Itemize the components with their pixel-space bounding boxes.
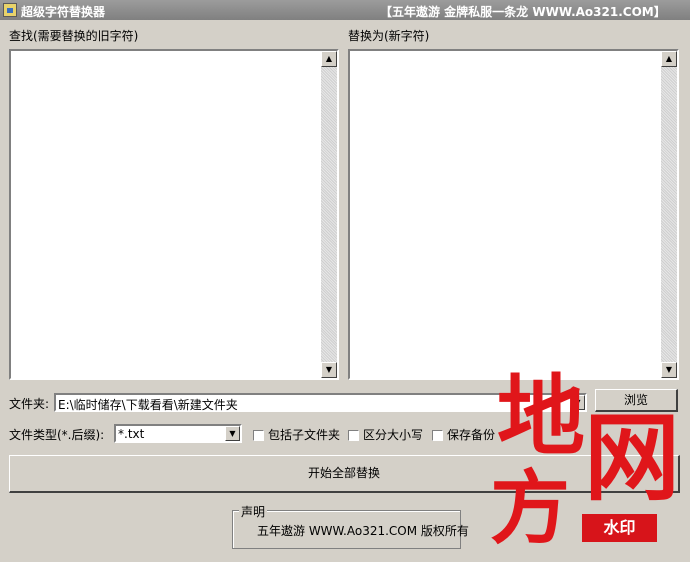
find-scrollbar[interactable]: ▲ ▼ [321,51,337,378]
title-bar[interactable]: 超级字符替换器 【五年遨游 金牌私服一条龙 WWW.Ao321.COM】 [0,0,690,20]
replace-scrollbar[interactable]: ▲ ▼ [661,51,677,378]
watermark-char: 地 [497,364,586,468]
checkbox-box[interactable] [432,430,443,441]
scroll-up-icon[interactable]: ▲ [661,51,677,67]
window-banner: 【五年遨游 金牌私服一条龙 WWW.Ao321.COM】 [380,5,666,19]
statement-groupbox: 声明 五年遨游 WWW.Ao321.COM 版权所有 [232,503,469,549]
watermark-char: 网 [584,401,680,514]
watermark-badge: 水印 [582,514,657,542]
scroll-down-icon[interactable]: ▼ [661,362,677,378]
save-backup-checkbox[interactable]: 保存备份 [432,426,495,443]
filetype-label: 文件类型(*.后缀): [9,428,105,442]
window-title: 超级字符替换器 [21,5,106,19]
find-label: 查找(需要替换的旧字符) [9,29,139,43]
chevron-down-icon[interactable]: ▼ [225,426,240,441]
checkbox-box[interactable] [253,430,264,441]
replace-textarea[interactable]: ▲ ▼ [348,49,679,380]
watermark-char: 方 [490,461,570,555]
app-icon [3,3,17,17]
case-sensitive-checkbox[interactable]: 区分大小写 [348,426,423,443]
filetype-value: *.txt [118,427,145,441]
checkbox-box[interactable] [348,430,359,441]
replace-label: 替换为(新字符) [348,29,430,43]
filetype-combo[interactable]: *.txt ▼ [114,424,242,443]
find-textarea[interactable]: ▲ ▼ [9,49,339,380]
statement-title: 声明 [239,503,268,520]
include-subfolders-checkbox[interactable]: 包括子文件夹 [253,426,340,443]
folder-label: 文件夹: [9,397,50,411]
scroll-up-icon[interactable]: ▲ [321,51,337,67]
scroll-down-icon[interactable]: ▼ [321,362,337,378]
folder-value: E:\临时储存\下载看看\新建文件夹 [58,398,238,412]
statement-text: 五年遨游 WWW.Ao321.COM 版权所有 [257,524,469,538]
